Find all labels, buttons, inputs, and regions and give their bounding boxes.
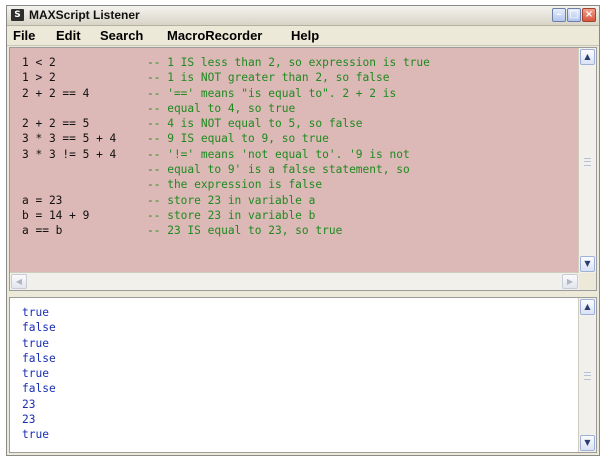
output-line: false <box>22 382 56 396</box>
scroll-corner <box>579 273 596 290</box>
script-line: 2 + 2 == 4 -- '==' means "is equal to". 2… <box>22 86 430 101</box>
output-vertical-scrollbar[interactable]: ▲ ▼ <box>578 298 596 452</box>
output-line: true <box>22 306 49 319</box>
output-line: false <box>22 351 56 365</box>
window-title: MAXScript Listener <box>29 8 140 22</box>
script-expression: 2 + 2 == 4 <box>22 86 90 100</box>
script-comment: -- the expression is false <box>147 178 323 192</box>
script-line: -- equal to 4, so true <box>22 101 430 116</box>
script-comment: -- equal to 4, so true <box>147 101 296 115</box>
script-expression: a = 23 <box>22 193 63 207</box>
script-line: b = 14 + 9 -- store 23 in variable b <box>22 208 430 223</box>
script-expression: 3 * 3 != 5 + 4 <box>22 147 117 161</box>
arrow-left-icon[interactable]: ◀ <box>11 274 27 289</box>
script-expression: b = 14 + 9 <box>22 208 90 222</box>
script-expression: 2 + 2 == 5 <box>22 117 90 131</box>
arrow-up-icon[interactable]: ▲ <box>580 299 595 315</box>
script-line: 1 < 2 -- 1 IS less than 2, so expression … <box>22 55 430 70</box>
script-expression: a == b <box>22 224 63 238</box>
script-comment: -- store 23 in variable b <box>147 208 316 222</box>
maximize-icon[interactable]: □ <box>567 8 581 22</box>
macro-recorder-pane[interactable]: 1 < 2 -- 1 IS less than 2, so expression … <box>9 47 597 291</box>
script-expression: 1 > 2 <box>22 71 56 85</box>
script-comment: -- 1 is NOT greater than 2, so false <box>147 71 390 85</box>
script-line: -- the expression is false <box>22 177 430 192</box>
minimize-icon[interactable]: – <box>552 8 566 22</box>
arrow-up-icon[interactable]: ▲ <box>580 49 595 65</box>
output-line: true <box>22 336 49 350</box>
output-line: 23 <box>22 413 36 427</box>
scroll-grip-icon <box>584 157 591 166</box>
output-line: true <box>22 367 49 381</box>
app-icon: S <box>11 9 24 21</box>
script-comment: -- '!=' means 'not equal to'. '9 is not <box>147 147 410 161</box>
close-icon[interactable]: × <box>582 8 596 22</box>
arrow-down-icon[interactable]: ▼ <box>580 435 595 451</box>
script-comment: -- 4 is NOT equal to 5, so false <box>147 117 363 131</box>
listener-output-pane[interactable]: true false true false true false 23 23 true ▲ ▼ <box>9 297 597 453</box>
script-line: 3 * 3 == 5 + 4 -- 9 IS equal to 9, so tru… <box>22 131 430 146</box>
script-comment: -- 9 IS equal to 9, so true <box>147 132 329 146</box>
script-expression: 3 * 3 == 5 + 4 <box>22 132 117 146</box>
script-comment: -- '==' means "is equal to". 2 + 2 is <box>147 86 397 100</box>
script-comment: -- 23 IS equal to 23, so true <box>147 224 343 238</box>
script-comment: -- store 23 in variable a <box>147 193 316 207</box>
script-line: 3 * 3 != 5 + 4 -- '!=' means 'not equal t… <box>22 147 430 162</box>
menu-edit[interactable]: Edit <box>56 28 81 43</box>
script-line: a = 23 -- store 23 in variable a <box>22 193 430 208</box>
output-line: true <box>22 428 49 442</box>
scroll-grip-icon <box>584 372 591 380</box>
script-expression: 1 < 2 <box>22 56 56 69</box>
output-line: false <box>22 321 56 335</box>
maxscript-listener-window: S MAXScript Listener – □ × File Edit Sea… <box>6 5 600 456</box>
script-line: 1 > 2 -- 1 is NOT greater than 2, so fals… <box>22 70 430 85</box>
window-controls: – □ × <box>552 8 596 22</box>
script-line: a == b -- 23 IS equal to 23, so true <box>22 223 430 238</box>
menu-macrorecorder[interactable]: MacroRecorder <box>167 28 262 43</box>
menu-bar: File Edit Search MacroRecorder Help <box>7 26 599 46</box>
output-text[interactable]: true false true false true false 23 23 true <box>22 305 56 443</box>
menu-search[interactable]: Search <box>100 28 143 43</box>
title-bar[interactable]: S MAXScript Listener – □ × <box>7 6 599 26</box>
arrow-right-icon[interactable]: ▶ <box>562 274 578 289</box>
script-comment: -- 1 IS less than 2, so expression is tr… <box>147 56 430 69</box>
menu-help[interactable]: Help <box>291 28 319 43</box>
macro-horizontal-scrollbar[interactable]: ◀ ▶ <box>10 272 579 290</box>
script-comment: -- equal to 9' is a false statement, so <box>147 163 410 177</box>
menu-file[interactable]: File <box>13 28 35 43</box>
output-line: 23 <box>22 397 36 411</box>
script-line: -- equal to 9' is a false statement, so <box>22 162 430 177</box>
arrow-down-icon[interactable]: ▼ <box>580 256 595 272</box>
script-line: 2 + 2 == 5 -- 4 is NOT equal to 5, so fal… <box>22 116 430 131</box>
script-input-text[interactable]: 1 < 2 -- 1 IS less than 2, so expression … <box>22 55 430 239</box>
macro-vertical-scrollbar[interactable]: ▲ ▼ <box>578 48 596 273</box>
